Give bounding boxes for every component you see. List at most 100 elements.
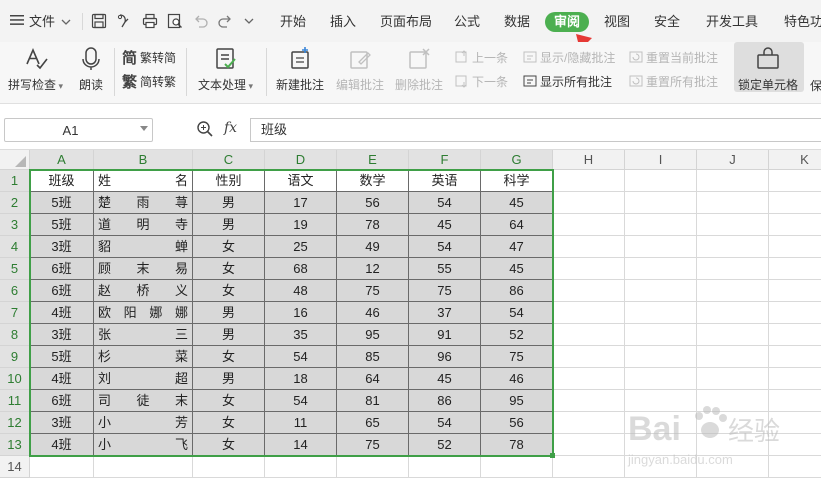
- table-cell[interactable]: 顾末易: [94, 258, 193, 280]
- reset-all-comments-button[interactable]: 重置所有批注: [628, 72, 718, 90]
- empty-cell[interactable]: [30, 456, 94, 478]
- empty-cell[interactable]: [625, 258, 697, 280]
- tab-home[interactable]: 开始: [280, 12, 306, 32]
- row-header-13[interactable]: 13: [0, 434, 30, 456]
- column-header-h[interactable]: H: [553, 150, 625, 170]
- header-cell[interactable]: 数学: [337, 170, 409, 192]
- empty-cell[interactable]: [94, 456, 193, 478]
- column-header-g[interactable]: G: [481, 150, 553, 170]
- table-cell[interactable]: 54: [481, 302, 553, 324]
- simp-to-trad-button[interactable]: 繁 简转繁: [122, 72, 176, 91]
- table-cell[interactable]: 54: [409, 412, 481, 434]
- empty-cell[interactable]: [625, 280, 697, 302]
- column-header-a[interactable]: A: [30, 150, 94, 170]
- table-cell[interactable]: 赵桥义: [94, 280, 193, 302]
- empty-cell[interactable]: [697, 170, 769, 192]
- empty-cell[interactable]: [769, 192, 821, 214]
- empty-cell[interactable]: [769, 302, 821, 324]
- table-cell[interactable]: 5班: [30, 192, 94, 214]
- table-cell[interactable]: 小芳: [94, 412, 193, 434]
- tab-developer-tools[interactable]: 开发工具: [706, 12, 758, 32]
- empty-cell[interactable]: [553, 390, 625, 412]
- row-header-7[interactable]: 7: [0, 302, 30, 324]
- row-header-4[interactable]: 4: [0, 236, 30, 258]
- table-cell[interactable]: 小飞: [94, 434, 193, 456]
- table-cell[interactable]: 女: [193, 236, 265, 258]
- tab-special-features[interactable]: 特色功: [784, 12, 821, 32]
- empty-cell[interactable]: [697, 346, 769, 368]
- empty-cell[interactable]: [697, 214, 769, 236]
- table-cell[interactable]: 刘超: [94, 368, 193, 390]
- table-cell[interactable]: 6班: [30, 280, 94, 302]
- reset-current-comment-button[interactable]: 重置当前批注: [628, 48, 718, 66]
- header-cell[interactable]: 英语: [409, 170, 481, 192]
- select-all-corner[interactable]: [0, 150, 30, 170]
- empty-cell[interactable]: [481, 456, 553, 478]
- empty-cell[interactable]: [553, 434, 625, 456]
- fx-label[interactable]: fx: [224, 120, 237, 136]
- empty-cell[interactable]: [193, 456, 265, 478]
- empty-cell[interactable]: [553, 456, 625, 478]
- row-header-11[interactable]: 11: [0, 390, 30, 412]
- empty-cell[interactable]: [625, 368, 697, 390]
- row-header-8[interactable]: 8: [0, 324, 30, 346]
- print-icon[interactable]: [141, 12, 159, 30]
- table-cell[interactable]: 54: [265, 346, 337, 368]
- table-cell[interactable]: 男: [193, 368, 265, 390]
- table-cell[interactable]: 96: [409, 346, 481, 368]
- table-cell[interactable]: 78: [481, 434, 553, 456]
- table-cell[interactable]: 3班: [30, 412, 94, 434]
- row-header-2[interactable]: 2: [0, 192, 30, 214]
- tab-view[interactable]: 视图: [604, 12, 630, 32]
- table-cell[interactable]: 46: [481, 368, 553, 390]
- table-cell[interactable]: 78: [337, 214, 409, 236]
- empty-cell[interactable]: [553, 214, 625, 236]
- table-cell[interactable]: 91: [409, 324, 481, 346]
- table-cell[interactable]: 杉菜: [94, 346, 193, 368]
- column-header-b[interactable]: B: [94, 150, 193, 170]
- row-header-14[interactable]: 14: [0, 456, 30, 478]
- name-box[interactable]: A1: [4, 118, 153, 142]
- empty-cell[interactable]: [553, 192, 625, 214]
- table-cell[interactable]: 81: [337, 390, 409, 412]
- lock-cell-button[interactable]: 锁定单元格: [738, 46, 798, 93]
- column-header-e[interactable]: E: [337, 150, 409, 170]
- column-header-f[interactable]: F: [409, 150, 481, 170]
- table-cell[interactable]: 85: [337, 346, 409, 368]
- table-cell[interactable]: 46: [337, 302, 409, 324]
- table-cell[interactable]: 6班: [30, 258, 94, 280]
- new-comment-button[interactable]: 新建批注: [276, 46, 324, 93]
- empty-cell[interactable]: [337, 456, 409, 478]
- column-header-j[interactable]: J: [697, 150, 769, 170]
- table-cell[interactable]: 司徒末: [94, 390, 193, 412]
- row-header-10[interactable]: 10: [0, 368, 30, 390]
- header-cell[interactable]: 性别: [193, 170, 265, 192]
- table-cell[interactable]: 女: [193, 346, 265, 368]
- row-header-3[interactable]: 3: [0, 214, 30, 236]
- table-cell[interactable]: 55: [409, 258, 481, 280]
- tab-page-layout[interactable]: 页面布局: [380, 12, 432, 32]
- empty-cell[interactable]: [697, 324, 769, 346]
- table-cell[interactable]: 3班: [30, 236, 94, 258]
- table-cell[interactable]: 男: [193, 324, 265, 346]
- table-cell[interactable]: 45: [481, 192, 553, 214]
- table-cell[interactable]: 52: [481, 324, 553, 346]
- empty-cell[interactable]: [553, 324, 625, 346]
- table-cell[interactable]: 女: [193, 258, 265, 280]
- table-cell[interactable]: 75: [337, 434, 409, 456]
- table-cell[interactable]: 17: [265, 192, 337, 214]
- header-cell[interactable]: 语文: [265, 170, 337, 192]
- tab-insert[interactable]: 插入: [330, 12, 356, 32]
- empty-cell[interactable]: [625, 346, 697, 368]
- table-cell[interactable]: 48: [265, 280, 337, 302]
- table-cell[interactable]: 56: [481, 412, 553, 434]
- table-cell[interactable]: 女: [193, 280, 265, 302]
- empty-cell[interactable]: [625, 302, 697, 324]
- table-cell[interactable]: 54: [409, 192, 481, 214]
- next-comment-button[interactable]: 下一条: [454, 72, 508, 90]
- table-cell[interactable]: 5班: [30, 214, 94, 236]
- empty-cell[interactable]: [553, 368, 625, 390]
- table-cell[interactable]: 86: [409, 390, 481, 412]
- empty-cell[interactable]: [553, 280, 625, 302]
- table-cell[interactable]: 14: [265, 434, 337, 456]
